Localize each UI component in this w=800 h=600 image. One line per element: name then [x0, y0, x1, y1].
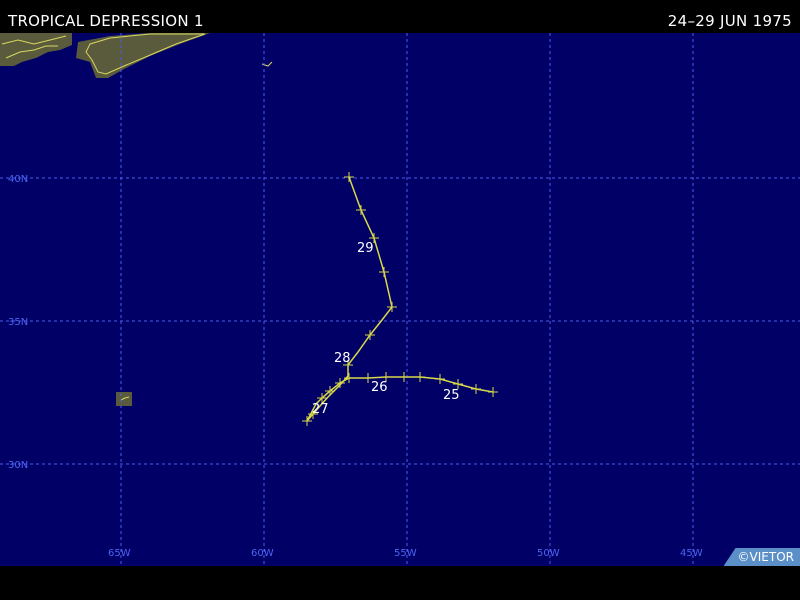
day-label-29: 29: [357, 241, 374, 256]
day-label-26: 26: [371, 380, 388, 395]
ocean-background: [0, 33, 800, 566]
day-label-25: 25: [443, 388, 460, 403]
track-map: 40N 35N 30N 65W 60W 55W 50W 45W 25 26 27…: [0, 33, 800, 566]
day-label-27: 27: [312, 402, 329, 417]
credit-badge: ©VIETOR: [723, 548, 800, 566]
storm-title: TROPICAL DEPRESSION 1: [8, 12, 204, 30]
footer-bar: [0, 566, 800, 600]
lat-label-35n: 35N: [8, 317, 28, 328]
lon-label-65w: 65W: [108, 548, 131, 559]
lon-label-55w: 55W: [394, 548, 417, 559]
lon-label-45w: 45W: [680, 548, 703, 559]
bermuda-island: [116, 392, 132, 406]
day-label-28: 28: [334, 351, 351, 366]
lat-label-30n: 30N: [8, 460, 28, 471]
date-range: 24–29 JUN 1975: [667, 12, 792, 30]
lon-label-60w: 60W: [251, 548, 274, 559]
lon-label-50w: 50W: [537, 548, 560, 559]
lat-label-40n: 40N: [8, 174, 28, 185]
title-bar: TROPICAL DEPRESSION 1 24–29 JUN 1975: [0, 0, 800, 33]
